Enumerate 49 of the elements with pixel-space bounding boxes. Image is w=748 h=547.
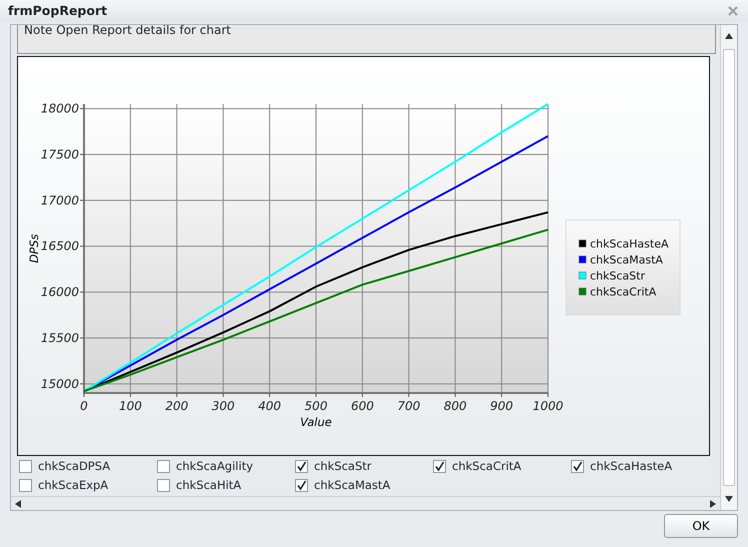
checkbox[interactable]: [295, 460, 308, 474]
checkbox-label[interactable]: chkScaStr: [314, 458, 372, 476]
checkbox-label[interactable]: chkScaDPSA: [38, 458, 110, 476]
x-tick-label: 100: [118, 398, 142, 413]
x-tick-label: 400: [258, 398, 282, 413]
checkbox-label[interactable]: chkScaMastA: [314, 477, 390, 494]
checkbox[interactable]: [295, 479, 308, 492]
x-tick-label: 600: [350, 398, 374, 413]
checkbox[interactable]: [19, 460, 32, 474]
legend-label: chkScaStr: [590, 269, 645, 282]
scroll-right-icon[interactable]: [710, 500, 716, 508]
x-tick-label: 1000: [532, 398, 564, 413]
checkbox-label[interactable]: chkScaHasteA: [590, 458, 672, 476]
scroll-down-icon[interactable]: [725, 496, 733, 502]
checkbox-label[interactable]: chkScaCritA: [452, 458, 522, 476]
checkbox-label[interactable]: chkScaHitA: [176, 477, 242, 494]
x-tick-label: 700: [397, 398, 420, 413]
window-title: frmPopReport: [8, 2, 108, 20]
checkbox[interactable]: [571, 460, 584, 474]
legend-label: chkScaCritA: [590, 285, 656, 298]
checkbox-label[interactable]: chkScaAgility: [176, 458, 254, 476]
legend-label: chkScaHasteA: [590, 237, 669, 250]
x-tick-label: 200: [165, 398, 188, 413]
note-text: Note Open Report details for chart: [24, 25, 231, 35]
checkbox[interactable]: [157, 479, 170, 492]
note-field[interactable]: Note Open Report details for chart: [17, 25, 716, 54]
y-tick-label: 16500: [40, 239, 79, 254]
x-tick-label: 300: [212, 398, 235, 413]
scroll-left-icon[interactable]: [15, 500, 21, 508]
checkbox[interactable]: [19, 479, 32, 492]
y-tick-label: 18000: [40, 102, 79, 116]
checkbox-label[interactable]: chkScaExpA: [38, 477, 108, 494]
y-tick-label: 15000: [40, 376, 79, 391]
x-tick-label: 800: [444, 398, 467, 413]
y-axis-label: DPSs: [27, 234, 41, 263]
scroll-up-icon[interactable]: [725, 33, 733, 39]
x-axis-label: Value: [300, 414, 332, 429]
legend-label: chkScaMastA: [590, 253, 663, 266]
y-tick-label: 16000: [40, 284, 79, 299]
scrollbar-thumb[interactable]: [723, 49, 735, 486]
y-tick-label: 15500: [40, 330, 79, 345]
ok-button[interactable]: OK: [664, 514, 738, 538]
x-tick-label: 900: [490, 398, 514, 413]
x-tick-label: 0: [80, 398, 88, 413]
x-tick-label: 500: [304, 398, 328, 413]
y-tick-label: 17500: [40, 147, 79, 162]
checkbox[interactable]: [433, 460, 446, 474]
y-tick-label: 17000: [40, 193, 79, 208]
checkbox[interactable]: [157, 460, 170, 474]
